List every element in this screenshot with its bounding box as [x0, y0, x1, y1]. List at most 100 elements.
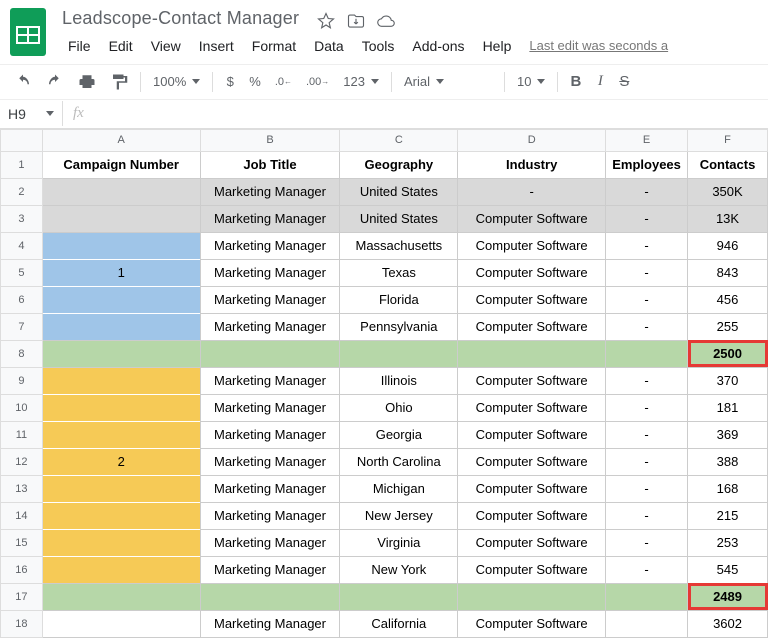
cell[interactable]: 946: [688, 232, 768, 259]
cell[interactable]: Computer Software: [458, 367, 606, 394]
cell[interactable]: -: [606, 556, 688, 583]
row-header[interactable]: 2: [1, 178, 43, 205]
cloud-icon[interactable]: [377, 12, 395, 30]
cell[interactable]: Computer Software: [458, 286, 606, 313]
star-icon[interactable]: [317, 12, 335, 30]
cell[interactable]: -: [606, 529, 688, 556]
cell[interactable]: [458, 340, 606, 367]
cell[interactable]: [606, 340, 688, 367]
cell[interactable]: Georgia: [340, 421, 458, 448]
cell[interactable]: -: [606, 178, 688, 205]
cell[interactable]: [458, 583, 606, 610]
cell[interactable]: Marketing Manager: [200, 259, 340, 286]
cell[interactable]: [606, 610, 688, 637]
cell[interactable]: -: [606, 313, 688, 340]
dec-decrease-button[interactable]: .0←: [269, 72, 298, 92]
cell[interactable]: Massachusetts: [340, 232, 458, 259]
cell[interactable]: North Carolina: [340, 448, 458, 475]
menu-insert[interactable]: Insert: [191, 34, 242, 58]
cell[interactable]: [42, 394, 200, 421]
cell[interactable]: -: [606, 367, 688, 394]
row-header[interactable]: 4: [1, 232, 43, 259]
row-header[interactable]: 15: [1, 529, 43, 556]
cell[interactable]: Marketing Manager: [200, 556, 340, 583]
cell[interactable]: [42, 421, 200, 448]
cell[interactable]: [340, 340, 458, 367]
font-dropdown[interactable]: Arial: [398, 70, 498, 93]
menu-format[interactable]: Format: [244, 34, 304, 58]
fontsize-dropdown[interactable]: 10: [511, 70, 551, 93]
cell[interactable]: Computer Software: [458, 313, 606, 340]
cell[interactable]: Computer Software: [458, 610, 606, 637]
cell[interactable]: Marketing Manager: [200, 448, 340, 475]
cell[interactable]: Marketing Manager: [200, 178, 340, 205]
cell[interactable]: [200, 583, 340, 610]
row-header[interactable]: 5: [1, 259, 43, 286]
menu-data[interactable]: Data: [306, 34, 352, 58]
row-header[interactable]: 1: [1, 151, 43, 178]
cell[interactable]: 215: [688, 502, 768, 529]
cell[interactable]: Marketing Manager: [200, 205, 340, 232]
spreadsheet-grid[interactable]: ABCDEF 1Campaign NumberJob TitleGeograph…: [0, 129, 768, 638]
cell[interactable]: Computer Software: [458, 529, 606, 556]
cell[interactable]: California: [340, 610, 458, 637]
cell[interactable]: [606, 583, 688, 610]
cell[interactable]: 255: [688, 313, 768, 340]
cell[interactable]: New York: [340, 556, 458, 583]
row-header[interactable]: 3: [1, 205, 43, 232]
cell[interactable]: [42, 367, 200, 394]
cell[interactable]: Michigan: [340, 475, 458, 502]
cell[interactable]: 181: [688, 394, 768, 421]
currency-button[interactable]: $: [219, 70, 241, 93]
bold-button[interactable]: B: [564, 69, 587, 94]
row-header[interactable]: 8: [1, 340, 43, 367]
cell[interactable]: 253: [688, 529, 768, 556]
cell[interactable]: [200, 340, 340, 367]
paint-format-icon[interactable]: [104, 69, 134, 95]
cell[interactable]: Marketing Manager: [200, 286, 340, 313]
percent-button[interactable]: %: [243, 70, 267, 93]
cell[interactable]: Marketing Manager: [200, 475, 340, 502]
cell[interactable]: Marketing Manager: [200, 232, 340, 259]
cell[interactable]: [42, 178, 200, 205]
cell[interactable]: -: [606, 286, 688, 313]
row-header[interactable]: 10: [1, 394, 43, 421]
menu-file[interactable]: File: [60, 34, 99, 58]
cell[interactable]: 13K: [688, 205, 768, 232]
cell[interactable]: 2489: [688, 583, 768, 610]
cell[interactable]: Marketing Manager: [200, 502, 340, 529]
cell[interactable]: -: [606, 448, 688, 475]
menu-view[interactable]: View: [143, 34, 189, 58]
cell[interactable]: 2500: [688, 340, 768, 367]
row-header[interactable]: 13: [1, 475, 43, 502]
header-cell[interactable]: Contacts: [688, 151, 768, 178]
cell[interactable]: 370: [688, 367, 768, 394]
cell[interactable]: [42, 502, 200, 529]
cell[interactable]: Marketing Manager: [200, 610, 340, 637]
cell[interactable]: 1: [42, 259, 200, 286]
cell[interactable]: Pennsylvania: [340, 313, 458, 340]
cell[interactable]: United States: [340, 205, 458, 232]
cell[interactable]: [340, 583, 458, 610]
row-header[interactable]: 11: [1, 421, 43, 448]
select-all-corner[interactable]: [1, 129, 43, 151]
cell[interactable]: [42, 232, 200, 259]
dec-increase-button[interactable]: .00→: [300, 72, 335, 92]
menu-addons[interactable]: Add-ons: [404, 34, 472, 58]
italic-button[interactable]: I: [589, 69, 611, 94]
cell[interactable]: 350K: [688, 178, 768, 205]
col-header-C[interactable]: C: [340, 129, 458, 151]
col-header-D[interactable]: D: [458, 129, 606, 151]
cell[interactable]: Illinois: [340, 367, 458, 394]
cell[interactable]: [42, 475, 200, 502]
cell[interactable]: Florida: [340, 286, 458, 313]
undo-icon[interactable]: [8, 69, 38, 95]
header-cell[interactable]: Job Title: [200, 151, 340, 178]
row-header[interactable]: 12: [1, 448, 43, 475]
number-format-dropdown[interactable]: 123: [337, 70, 385, 93]
move-icon[interactable]: [347, 12, 365, 30]
cell[interactable]: Computer Software: [458, 448, 606, 475]
cell[interactable]: Marketing Manager: [200, 367, 340, 394]
name-box[interactable]: H9: [0, 100, 62, 128]
menu-help[interactable]: Help: [475, 34, 520, 58]
